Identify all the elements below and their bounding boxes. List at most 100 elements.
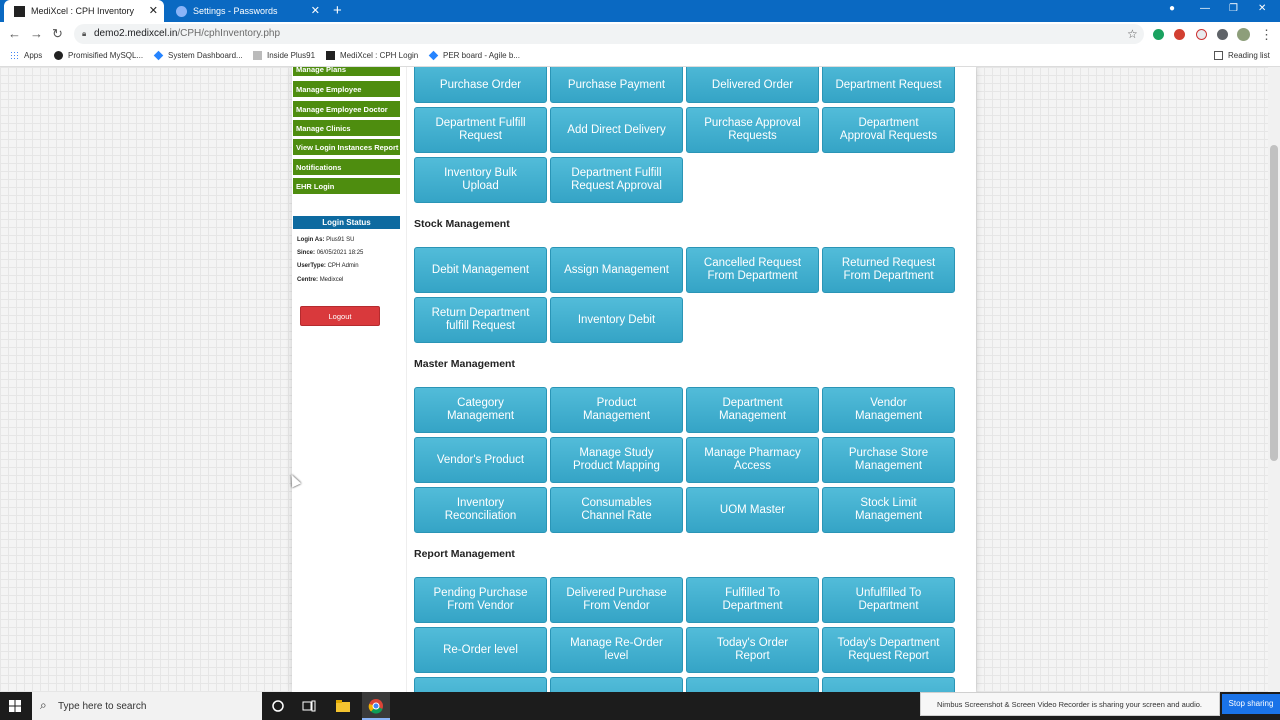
tile-uom-master[interactable]: UOM Master: [686, 487, 819, 533]
windows-start-icon[interactable]: [9, 700, 21, 712]
bookmark-medixcel-login[interactable]: MediXcel : CPH Login: [326, 51, 418, 60]
file-explorer-icon[interactable]: [335, 698, 351, 714]
close-window-icon[interactable]: ✕: [1258, 3, 1266, 14]
back-icon[interactable]: ←: [8, 26, 21, 42]
chrome-menu-icon[interactable]: ⋮: [1260, 27, 1273, 43]
stop-sharing-button[interactable]: Stop sharing: [1222, 694, 1280, 714]
tile-department-request[interactable]: Department Request: [822, 67, 955, 103]
recorder-extension-icon[interactable]: [1174, 29, 1185, 40]
tile-report-cut-off[interactable]: [822, 677, 955, 692]
tile-vendors-product[interactable]: Vendor's Product: [414, 437, 547, 483]
screenshot-extension-icon[interactable]: [1196, 29, 1207, 40]
chrome-taskbar-button[interactable]: [362, 692, 390, 720]
bookmark-star-icon[interactable]: ☆: [1127, 27, 1138, 41]
task-view-icon[interactable]: [301, 698, 317, 714]
grammarly-extension-icon[interactable]: [1153, 29, 1164, 40]
sidebar-item-manage-employee[interactable]: Manage Employee: [293, 81, 400, 97]
scrollbar-thumb[interactable]: [1270, 145, 1278, 461]
tile-inventory-bulk-upload[interactable]: Inventory Bulk Upload: [414, 157, 547, 203]
tab-cph-inventory[interactable]: MediXcel : CPH Inventory ✕: [4, 0, 164, 22]
tile-category-management[interactable]: Category Management: [414, 387, 547, 433]
tile-delivered-order[interactable]: Delivered Order: [686, 67, 819, 103]
tile-department-approval-requests[interactable]: Department Approval Requests: [822, 107, 955, 153]
bookmark-apps[interactable]: Apps: [10, 51, 42, 60]
bookmark-system-dashboard[interactable]: System Dashboard...: [153, 50, 243, 61]
minimize-icon[interactable]: —: [1200, 3, 1210, 14]
reload-icon[interactable]: ↻: [52, 26, 63, 42]
search-placeholder: Type here to search: [58, 701, 147, 712]
tile-re-order-level[interactable]: Re-Order level: [414, 627, 547, 673]
tile-product-management[interactable]: Product Management: [550, 387, 683, 433]
tile-vendor-management[interactable]: Vendor Management: [822, 387, 955, 433]
taskbar-search-input[interactable]: ⌕ Type here to search: [32, 692, 262, 720]
tile-cancelled-request[interactable]: Cancelled Request From Department: [686, 247, 819, 293]
lock-icon: 🔒︎: [82, 29, 87, 38]
since-value: 06/05/2021 18:25: [316, 250, 364, 256]
logout-button[interactable]: Logout: [300, 306, 380, 326]
tile-assign-management[interactable]: Assign Management: [550, 247, 683, 293]
since-row: Since: 06/05/2021 18:25: [297, 250, 363, 256]
bookmark-label: MediXcel : CPH Login: [340, 51, 419, 60]
stock-management-title: Stock Management: [414, 218, 510, 230]
tile-todays-department-request-report[interactable]: Today's Department Request Report: [822, 627, 955, 673]
tile-department-management[interactable]: Department Management: [686, 387, 819, 433]
tile-manage-study-product-mapping[interactable]: Manage Study Product Mapping: [550, 437, 683, 483]
tile-add-direct-delivery[interactable]: Add Direct Delivery: [550, 107, 683, 153]
medixcel-favicon-icon: [14, 5, 25, 17]
bookmark-inside-plus91[interactable]: Inside Plus91: [253, 51, 315, 60]
omnibox[interactable]: 🔒︎ demo2.medixcel.in/CPH/cphInventory.ph…: [74, 24, 1144, 44]
tile-todays-order-report[interactable]: Today's Order Report: [686, 627, 819, 673]
tile-report-cut-off[interactable]: [550, 677, 683, 692]
tile-purchase-order[interactable]: Purchase Order: [414, 67, 547, 103]
tile-fulfilled-to-department[interactable]: Fulfilled To Department: [686, 577, 819, 623]
bookmark-per-board[interactable]: PER board - Agile b...: [428, 50, 520, 61]
url-text[interactable]: demo2.medixcel.in/CPH/cphInventory.php: [94, 28, 280, 39]
tile-consumables-channel-rate[interactable]: Consumables Channel Rate: [550, 487, 683, 533]
tile-purchase-payment[interactable]: Purchase Payment: [550, 67, 683, 103]
tile-manage-re-order-level[interactable]: Manage Re-Order level: [550, 627, 683, 673]
tile-manage-pharmacy-access[interactable]: Manage Pharmacy Access: [686, 437, 819, 483]
tile-inventory-debit[interactable]: Inventory Debit: [550, 297, 683, 343]
browser-tab-strip: MediXcel : CPH Inventory ✕ Settings - Pa…: [0, 0, 1280, 22]
page-scrollbar[interactable]: [1268, 67, 1280, 692]
tile-department-fulfill-request-approval[interactable]: Department Fulfill Request Approval: [550, 157, 683, 203]
cortana-icon[interactable]: [270, 698, 286, 714]
tile-debit-management[interactable]: Debit Management: [414, 247, 547, 293]
bookmark-promisified-mysql[interactable]: Promisified MySQL...: [54, 51, 143, 60]
tab-title: Settings - Passwords: [193, 6, 278, 16]
tile-inventory-reconciliation[interactable]: Inventory Reconciliation: [414, 487, 547, 533]
avatar[interactable]: [1237, 28, 1250, 41]
tile-purchase-store-management[interactable]: Purchase Store Management: [822, 437, 955, 483]
address-bar: ← → ↻ 🔒︎ demo2.medixcel.in/CPH/cphInvent…: [0, 22, 1280, 47]
login-as-row: Login As: Plus91 SU: [297, 237, 354, 243]
tile-department-fulfill-request[interactable]: Department Fulfill Request: [414, 107, 547, 153]
tile-report-cut-off[interactable]: [414, 677, 547, 692]
new-tab-icon[interactable]: +: [333, 2, 342, 20]
forward-icon[interactable]: →: [30, 26, 43, 42]
apps-grid-icon: [10, 51, 19, 60]
extensions-puzzle-icon[interactable]: [1217, 29, 1228, 40]
tile-report-cut-off[interactable]: [686, 677, 819, 692]
restore-icon[interactable]: ❐: [1229, 3, 1238, 14]
sidebar-item-notifications[interactable]: Notifications: [293, 159, 400, 175]
sidebar-item-ehr-login[interactable]: EHR Login: [293, 178, 400, 194]
close-tab-icon[interactable]: ✕: [311, 4, 320, 18]
tile-pending-purchase[interactable]: Pending Purchase From Vendor: [414, 577, 547, 623]
tile-purchase-approval-requests[interactable]: Purchase Approval Requests: [686, 107, 819, 153]
tile-unfulfilled-to-department[interactable]: Unfulfilled To Department: [822, 577, 955, 623]
reading-list[interactable]: Reading list: [1214, 51, 1270, 60]
profile-menu-icon[interactable]: ●: [1169, 3, 1175, 14]
close-tab-icon[interactable]: ✕: [149, 4, 158, 18]
sidebar-item-view-login-instances[interactable]: View Login Instances Report: [293, 139, 400, 155]
tab-settings-passwords[interactable]: Settings - Passwords ✕: [166, 0, 326, 22]
tile-returned-request[interactable]: Returned Request From Department: [822, 247, 955, 293]
screen-share-notification: Nimbus Screenshot & Screen Video Recorde…: [920, 692, 1220, 716]
sidebar-item-manage-plans[interactable]: Manage Plans: [293, 67, 400, 76]
sidebar-item-manage-clinics[interactable]: Manage Clinics: [293, 120, 400, 136]
tile-delivered-purchase[interactable]: Delivered Purchase From Vendor: [550, 577, 683, 623]
since-label: Since:: [297, 250, 316, 256]
sidebar-item-manage-employee-doctor[interactable]: Manage Employee Doctor: [293, 101, 400, 117]
bookmark-label: Apps: [24, 51, 43, 60]
tile-return-department-fulfill[interactable]: Return Department fulfill Request: [414, 297, 547, 343]
tile-stock-limit-management[interactable]: Stock Limit Management: [822, 487, 955, 533]
